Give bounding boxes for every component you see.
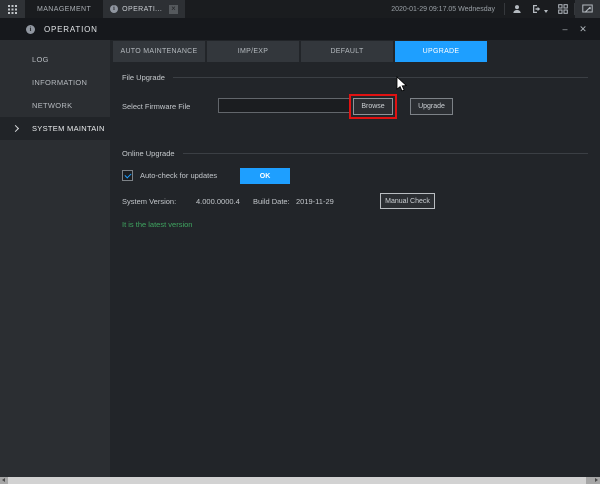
datetime-display: 2020-01-29 09:17.05 Wednesday — [391, 6, 495, 13]
browse-button-label: Browse — [361, 103, 384, 110]
ok-button[interactable]: OK — [240, 168, 290, 184]
online-upgrade-section-header: Online Upgrade — [122, 149, 588, 158]
main-panel: AUTO MAINTENANCE IMP/EXP DEFAULT UPGRADE… — [110, 40, 600, 477]
tab-label: UPGRADE — [423, 48, 460, 55]
tab-close-icon[interactable]: × — [169, 5, 178, 14]
sidebar-item-label: NETWORK — [32, 101, 72, 110]
scroll-left-arrow-icon[interactable] — [2, 478, 5, 482]
apps-grid-icon — [8, 5, 17, 14]
info-icon: i — [110, 5, 118, 13]
file-upgrade-section-header: File Upgrade — [122, 73, 588, 82]
manual-check-button[interactable]: Manual Check — [380, 193, 435, 209]
tab-upgrade[interactable]: UPGRADE — [395, 41, 487, 62]
tab-label: IMP/EXP — [238, 48, 269, 55]
window-controls: – ✕ — [556, 24, 592, 35]
scroll-right-arrow-icon[interactable] — [595, 478, 598, 482]
auto-check-label: Auto-check for updates — [140, 171, 217, 180]
layout-button[interactable] — [551, 0, 574, 18]
checkmark-icon — [124, 171, 131, 178]
upgrade-button[interactable]: Upgrade — [410, 98, 453, 115]
tab-operation[interactable]: i OPERATI... × — [103, 0, 185, 18]
section-divider — [173, 77, 588, 78]
tab-label: AUTO MAINTENANCE — [120, 48, 197, 55]
sidebar-item-label: SYSTEM MAINTAIN — [32, 124, 105, 133]
apps-grid-button[interactable] — [0, 0, 25, 18]
tab-label: DEFAULT — [330, 48, 363, 55]
build-date-value: 2019-11-29 — [296, 197, 334, 206]
sidebar-item-label: INFORMATION — [32, 78, 87, 87]
browse-button[interactable]: Browse — [353, 98, 393, 115]
logout-button[interactable] — [528, 0, 551, 18]
user-button[interactable] — [505, 0, 528, 18]
grid-layout-icon — [558, 4, 568, 14]
tab-default[interactable]: DEFAULT — [301, 41, 393, 62]
logout-caret-icon — [544, 10, 548, 13]
manual-check-button-label: Manual Check — [385, 198, 430, 205]
page-title: OPERATION — [44, 25, 98, 34]
system-version-label: System Version: — [122, 197, 176, 206]
logout-icon — [532, 4, 542, 14]
window-title-bar: i OPERATION – ✕ — [0, 18, 600, 40]
latest-version-status: It is the latest version — [122, 220, 192, 229]
user-icon — [512, 4, 522, 14]
firmware-file-input[interactable] — [218, 98, 351, 113]
info-icon: i — [26, 25, 35, 34]
monitor-switch-icon — [582, 4, 593, 14]
sidebar-item-network[interactable]: NETWORK — [0, 94, 110, 117]
ok-button-label: OK — [260, 173, 271, 180]
sidebar-item-information[interactable]: INFORMATION — [0, 71, 110, 94]
section-title: Online Upgrade — [122, 149, 175, 158]
upgrade-button-label: Upgrade — [418, 103, 445, 110]
monitor-switch-button[interactable] — [575, 0, 600, 18]
chevron-right-icon — [12, 125, 19, 132]
firmware-file-label: Select Firmware File — [122, 102, 190, 111]
close-button[interactable]: ✕ — [574, 24, 592, 35]
system-version-value: 4.000.0000.4 — [196, 197, 240, 206]
section-divider — [183, 153, 588, 154]
section-title: File Upgrade — [122, 73, 165, 82]
horizontal-scrollbar[interactable] — [0, 477, 600, 484]
tab-management[interactable]: MANAGEMENT — [25, 0, 103, 18]
minimize-button[interactable]: – — [556, 24, 574, 34]
tab-auto-maintenance[interactable]: AUTO MAINTENANCE — [113, 41, 205, 62]
sidebar-item-system-maintain[interactable]: SYSTEM MAINTAIN — [0, 117, 110, 140]
top-application-bar: MANAGEMENT i OPERATI... × 2020-01-29 09:… — [0, 0, 600, 18]
scrollbar-thumb[interactable] — [8, 477, 586, 484]
topbar-spacer — [185, 0, 391, 18]
sidebar-item-label: LOG — [32, 55, 49, 64]
build-date-label: Build Date: — [253, 197, 290, 206]
tab-management-label: MANAGEMENT — [37, 6, 91, 13]
tab-imp-exp[interactable]: IMP/EXP — [207, 41, 299, 62]
tab-operation-label: OPERATI... — [122, 6, 162, 13]
sidebar: LOG INFORMATION NETWORK SYSTEM MAINTAIN — [0, 40, 110, 477]
sidebar-item-log[interactable]: LOG — [0, 48, 110, 71]
auto-check-checkbox[interactable] — [122, 170, 133, 181]
section-tabs: AUTO MAINTENANCE IMP/EXP DEFAULT UPGRADE — [113, 41, 487, 62]
